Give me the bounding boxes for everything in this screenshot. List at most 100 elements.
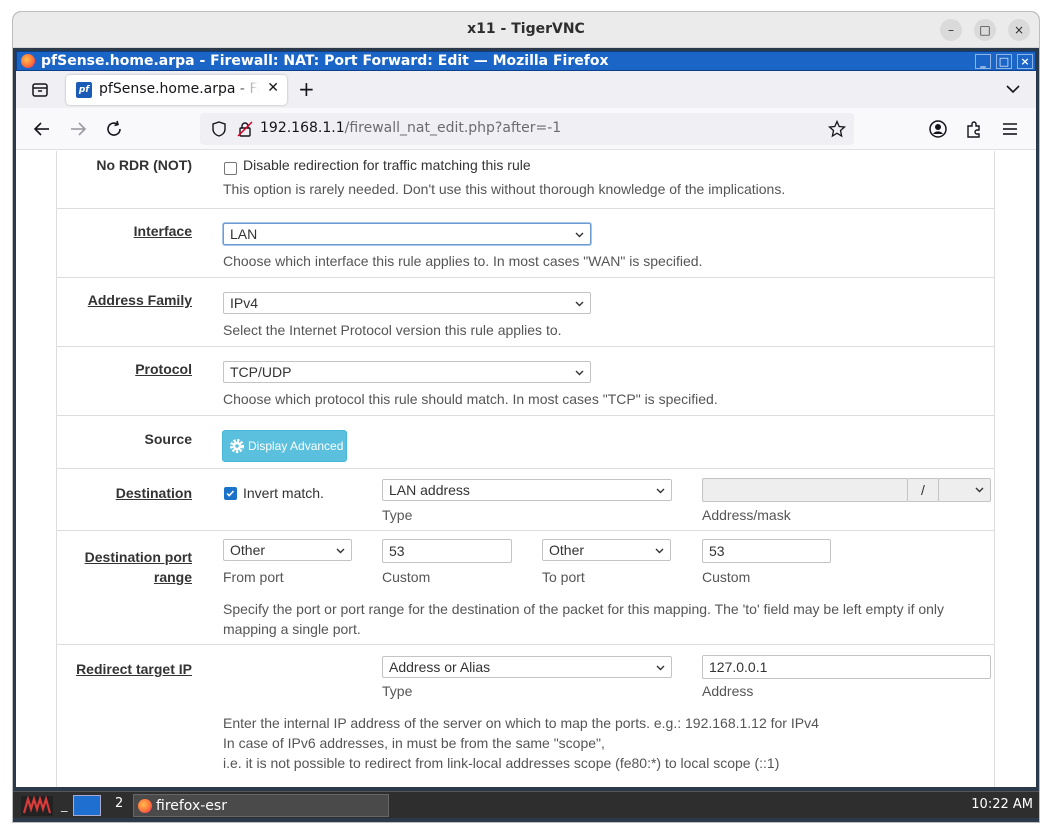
- destination-type-value: LAN address: [389, 482, 470, 498]
- desktop-pager-button[interactable]: [73, 795, 101, 816]
- url-bar[interactable]: 192.168.1.1/firewall_nat_edit.php?after=…: [200, 113, 854, 145]
- interface-select-value: LAN: [230, 226, 258, 242]
- redirect-target-type-value: Address or Alias: [389, 659, 491, 675]
- extensions-puzzle-icon[interactable]: [964, 119, 984, 139]
- hamburger-menu-icon[interactable]: [1000, 119, 1020, 139]
- reload-icon[interactable]: [104, 119, 124, 139]
- redirect-help-line2: In case of IPv6 addresses, in must be fr…: [223, 735, 605, 751]
- port-range-help-line2: mapping a single port.: [223, 621, 361, 637]
- taskbar-clock: 10:22 AM: [971, 797, 1033, 812]
- start-menu-logo-icon[interactable]: [21, 796, 53, 816]
- destination-port-range-label[interactable]: Destination port range: [85, 547, 192, 587]
- address-family-select-value: IPv4: [230, 295, 259, 311]
- address-family-select[interactable]: IPv4: [223, 292, 591, 314]
- destination-row: Destination Invert match. LAN address Ty…: [57, 469, 994, 531]
- display-advanced-button[interactable]: Display Advanced: [222, 430, 347, 462]
- gear-icon: [230, 439, 244, 453]
- interface-select[interactable]: LAN: [223, 223, 591, 245]
- firefox-titlebar: pfSense.home.arpa - Firewall: NAT: Port …: [16, 51, 1036, 71]
- address-family-label[interactable]: Address Family: [88, 292, 192, 308]
- firefox-logo-icon: [138, 799, 152, 813]
- port-range-help-line1: Specify the port or port range for the d…: [223, 601, 945, 617]
- vnc-titlebar: x11 - TigerVNC – □ ×: [13, 12, 1039, 48]
- redirect-help-line3: i.e. it is not possible to redirect from…: [223, 755, 780, 771]
- no-rdr-checkbox[interactable]: [224, 162, 237, 175]
- firefox-window-title: pfSense.home.arpa - Firewall: NAT: Port …: [41, 53, 609, 69]
- account-icon[interactable]: [928, 119, 948, 139]
- protocol-label[interactable]: Protocol: [135, 361, 192, 377]
- firefox-close-button[interactable]: ×: [1017, 54, 1033, 69]
- to-port-custom-caption: Custom: [702, 569, 751, 585]
- taskbar-separator: _: [61, 798, 68, 813]
- firefox-maximize-button[interactable]: □: [996, 54, 1012, 69]
- chevron-down-icon: [336, 548, 345, 554]
- chevron-down-icon: [575, 232, 584, 238]
- invert-match-checkbox[interactable]: [224, 487, 237, 500]
- destination-address-caption: Address/mask: [702, 507, 791, 523]
- redirect-target-ip-row: Redirect target IP Address or Alias Type…: [57, 645, 994, 787]
- to-port-select[interactable]: Other: [542, 539, 671, 561]
- no-rdr-label: No RDR (NOT): [96, 157, 192, 173]
- vnc-window-title: x11 - TigerVNC: [467, 21, 585, 37]
- destination-port-range-row: Destination port range Other From port 5…: [57, 531, 994, 645]
- redirect-target-address-input[interactable]: 127.0.0.1: [702, 655, 991, 679]
- url-text[interactable]: 192.168.1.1/firewall_nat_edit.php?after=…: [260, 120, 561, 136]
- chevron-down-icon: [975, 487, 984, 493]
- vnc-maximize-button[interactable]: □: [974, 19, 996, 41]
- shield-icon[interactable]: [210, 120, 228, 138]
- from-port-custom-caption: Custom: [382, 569, 431, 585]
- url-host: 192.168.1.1: [260, 120, 345, 136]
- destination-address-input[interactable]: [702, 478, 908, 502]
- redirect-target-type-select[interactable]: Address or Alias: [382, 656, 672, 678]
- back-arrow-icon[interactable]: [32, 119, 52, 139]
- chevron-down-icon: [656, 488, 665, 494]
- to-port-caption: To port: [542, 569, 585, 585]
- chevron-down-icon: [655, 548, 664, 554]
- tab-close-icon[interactable]: ✕: [267, 80, 279, 96]
- destination-type-caption: Type: [382, 507, 413, 523]
- vnc-window: x11 - TigerVNC – □ × pfSense.home.arpa -…: [13, 12, 1039, 822]
- interface-help: Choose which interface this rule applies…: [223, 253, 703, 269]
- chevron-down-icon: [575, 301, 584, 307]
- firefox-logo-icon: [21, 54, 35, 68]
- lock-warning-icon[interactable]: [236, 120, 254, 138]
- protocol-select[interactable]: TCP/UDP: [223, 361, 591, 383]
- list-all-tabs-icon[interactable]: [30, 80, 50, 100]
- destination-label[interactable]: Destination: [116, 485, 192, 501]
- from-port-select[interactable]: Other: [223, 539, 352, 561]
- taskbar-task-firefox[interactable]: firefox-esr: [133, 794, 389, 817]
- tab-pfsense[interactable]: pf pfSense.home.arpa - Firewall ✕: [66, 75, 287, 105]
- vnc-close-button[interactable]: ×: [1008, 19, 1030, 41]
- tab-label: pfSense.home.arpa - Firewall: [99, 81, 259, 97]
- redirect-target-type-caption: Type: [382, 683, 413, 699]
- source-row: Source Display Advanced: [57, 416, 994, 469]
- protocol-select-value: TCP/UDP: [230, 364, 292, 380]
- address-family-row: Address Family IPv4 Select the Internet …: [57, 278, 994, 347]
- invert-match-label: Invert match.: [243, 485, 324, 501]
- destination-type-select[interactable]: LAN address: [382, 479, 672, 501]
- from-port-value: Other: [230, 542, 266, 558]
- to-port-custom-input[interactable]: 53: [702, 539, 831, 563]
- destination-mask-separator: /: [907, 478, 939, 502]
- url-path: /firewall_nat_edit.php?after=-1: [344, 120, 562, 136]
- firefox-minimize-button[interactable]: _: [975, 54, 991, 69]
- vnc-minimize-button[interactable]: –: [940, 19, 962, 41]
- no-rdr-checkbox-label: Disable redirection for traffic matching…: [243, 157, 531, 173]
- redirect-target-ip-label[interactable]: Redirect target IP: [76, 661, 192, 677]
- new-tab-button[interactable]: +: [298, 78, 315, 100]
- destination-port-range-label-line2: range: [153, 569, 192, 585]
- interface-row: Interface LAN Choose which interface thi…: [57, 209, 994, 278]
- destination-mask-select[interactable]: [938, 478, 991, 502]
- desktop-number[interactable]: 2: [115, 796, 123, 811]
- redirect-target-address-caption: Address: [702, 683, 754, 699]
- no-rdr-row: No RDR (NOT) Disable redirection for tra…: [57, 151, 994, 209]
- forward-arrow-icon[interactable]: [68, 119, 88, 139]
- interface-label[interactable]: Interface: [134, 223, 192, 239]
- source-label: Source: [144, 431, 192, 447]
- from-port-custom-input[interactable]: 53: [382, 539, 512, 563]
- navigation-toolbar: 192.168.1.1/firewall_nat_edit.php?after=…: [16, 108, 1036, 150]
- bookmark-star-icon[interactable]: [828, 120, 846, 138]
- taskbar-task-label: firefox-esr: [156, 798, 227, 814]
- firefox-window: pfSense.home.arpa - Firewall: NAT: Port …: [16, 51, 1036, 787]
- chevron-down-icon[interactable]: [1004, 80, 1022, 98]
